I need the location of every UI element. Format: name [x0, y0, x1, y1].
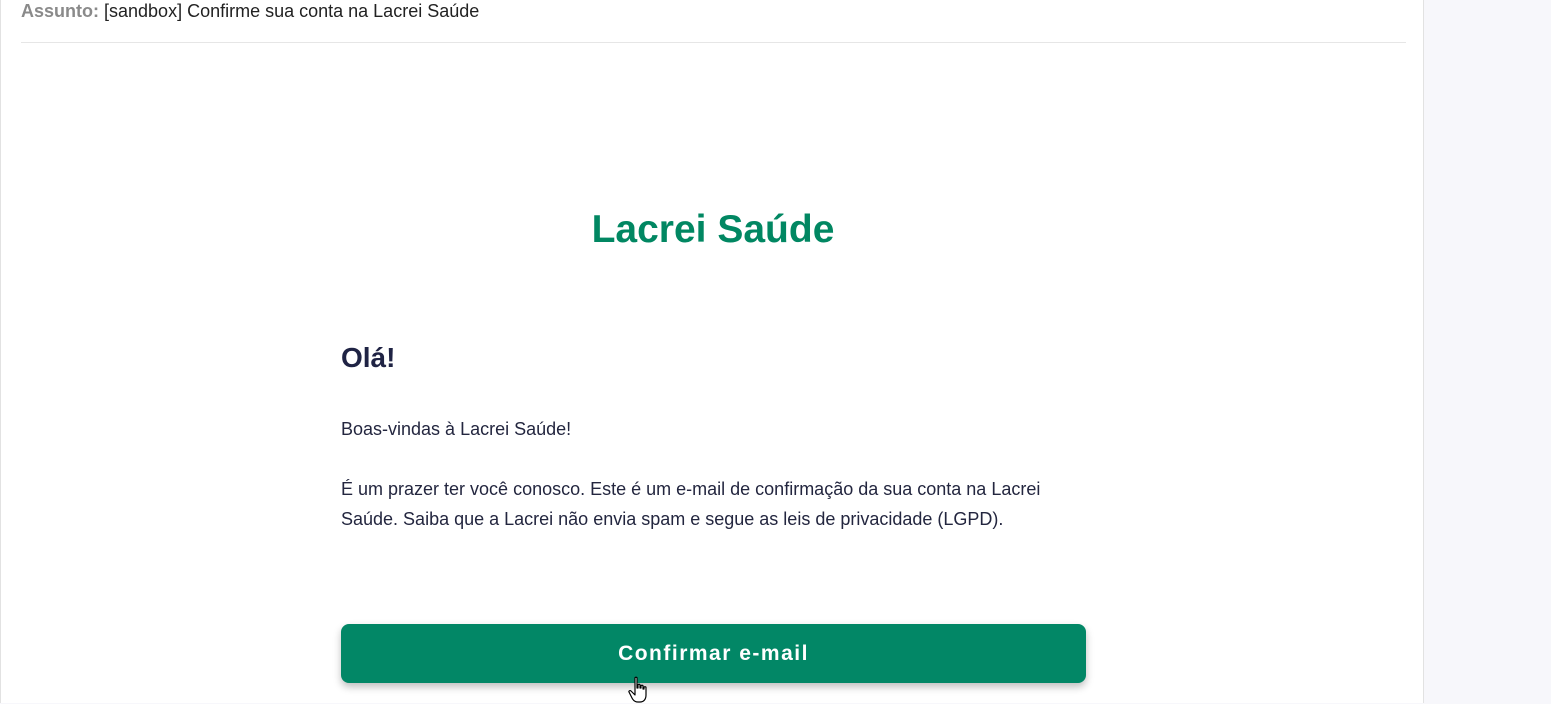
right-gutter [1424, 0, 1551, 703]
subject-value: [sandbox] Confirme sua conta na Lacrei S… [104, 1, 480, 21]
subject-label: Assunto: [21, 1, 99, 21]
brand-logo-text: Lacrei Saúde [591, 208, 835, 251]
message-paragraph: É um prazer ter você conosco. Este é um … [341, 479, 1041, 529]
email-view-panel: Assunto: [sandbox] Confirme sua conta na… [0, 0, 1424, 703]
confirm-email-button[interactable]: Confirmar e-mail [341, 624, 1086, 683]
header-divider [21, 42, 1406, 43]
email-greeting: Olá! [341, 342, 396, 373]
subject-row: Assunto: [sandbox] Confirme sua conta na… [21, 1, 479, 22]
welcome-paragraph: Boas-vindas à Lacrei Saúde! [341, 419, 572, 439]
hand-pointer-icon [628, 676, 647, 703]
